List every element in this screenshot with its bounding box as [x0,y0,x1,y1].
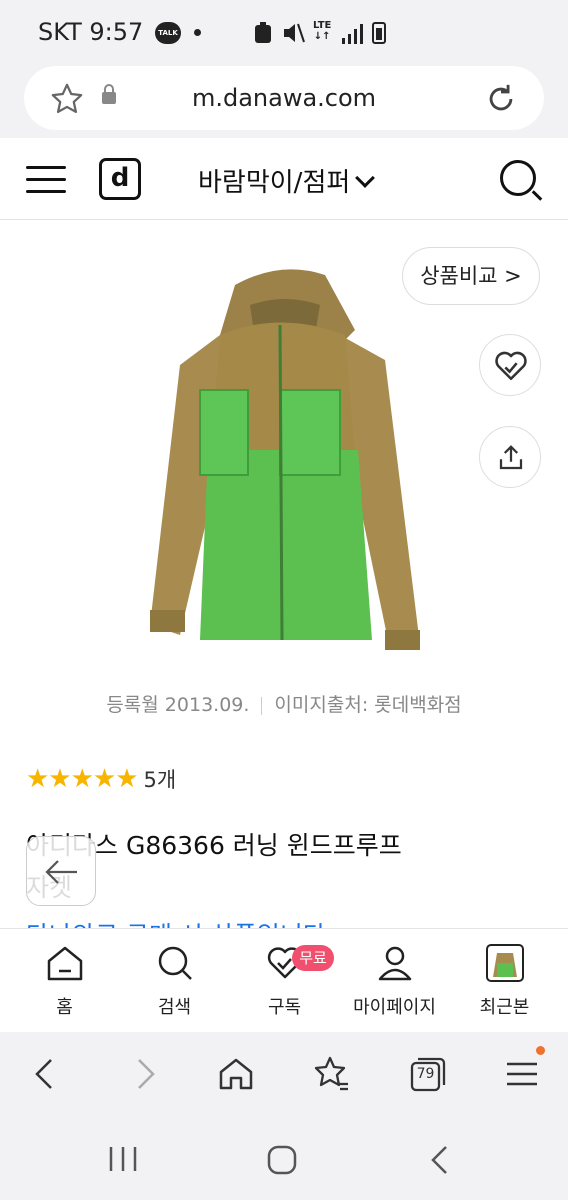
rating-stars: ★★★★★ [26,764,139,794]
tab-home[interactable]: 홈 [8,929,121,1033]
arrow-left-icon [45,860,77,884]
rating[interactable]: ★★★★★ 5개 [26,764,176,796]
url-text[interactable]: m.danawa.com [24,84,544,112]
tab-recent-label: 최근본 [479,997,530,1018]
search-icon[interactable] [500,160,536,196]
category-label: 바람막이/점퍼 [198,168,351,198]
bookmarks-icon[interactable] [312,1054,352,1094]
status-bar: SKT 9:57 TALK LTE ↓↑ [0,0,568,64]
tab-recent[interactable]: 최근본 [448,929,561,1033]
compare-products-button[interactable]: 상품비교 > [402,247,540,305]
forward-icon[interactable] [124,1054,164,1094]
recent-apps-icon[interactable] [106,1144,140,1174]
system-back-icon[interactable] [428,1144,452,1176]
signal-icon [342,24,364,44]
menu-notification-dot [536,1046,545,1055]
mute-icon [284,23,305,43]
tab-mypage[interactable]: 마이페이지 [338,929,451,1033]
registration-date: 등록월 2013.09. [106,694,250,716]
reload-icon[interactable] [484,82,518,116]
image-source: 이미지출처: 롯데백화점 [274,694,462,716]
home-icon[interactable] [216,1054,256,1094]
browser-toolbar: 79 [0,1032,568,1118]
tab-home-label: 홈 [56,997,73,1018]
chevron-down-icon [355,168,376,188]
recent-thumbnail [485,944,524,982]
tab-search-label: 검색 [157,997,192,1018]
tabs-count: 79 [416,1066,435,1082]
system-navigation-bar [0,1118,568,1200]
divider [261,696,263,715]
product-image[interactable] [140,255,430,665]
home-button-icon[interactable] [266,1144,298,1176]
carrier-time: SKT 9:57 [38,18,144,46]
home-icon [47,946,82,981]
recycle-icon [255,22,271,43]
person-icon [378,946,411,981]
bottom-tab-bar: 홈 검색 구독 무료 마이페이지 최근본 [0,928,568,1032]
tab-mypage-label: 마이페이지 [353,997,436,1018]
back-floating-button[interactable] [26,836,96,906]
tabs-button[interactable]: 79 [408,1054,448,1094]
wishlist-button[interactable] [479,334,541,396]
heart-check-icon [495,351,527,381]
product-meta: 등록월 2013.09. 이미지출처: 롯데백화점 [0,690,568,717]
kakaotalk-icon: TALK [155,22,181,44]
lte-indicator: LTE ↓↑ [313,20,332,42]
notification-dot-icon [194,29,201,36]
browser-address-area: m.danawa.com [0,64,568,138]
rating-count: 5개 [143,768,177,792]
tab-search[interactable]: 검색 [118,929,231,1033]
share-button[interactable] [479,426,541,488]
hamburger-menu-icon[interactable] [26,166,66,193]
search-icon [158,946,192,980]
menu-icon[interactable] [502,1054,542,1094]
address-bar[interactable]: m.danawa.com [24,66,544,130]
back-icon[interactable] [26,1054,66,1094]
free-badge: 무료 [292,945,334,971]
battery-icon [372,22,386,44]
site-header: d 바람막이/점퍼 [0,138,568,220]
share-icon [499,445,523,470]
category-dropdown[interactable]: 바람막이/점퍼 [198,162,376,199]
danawa-logo[interactable]: d [99,158,141,200]
tab-subscribe-label: 구독 [267,997,302,1018]
